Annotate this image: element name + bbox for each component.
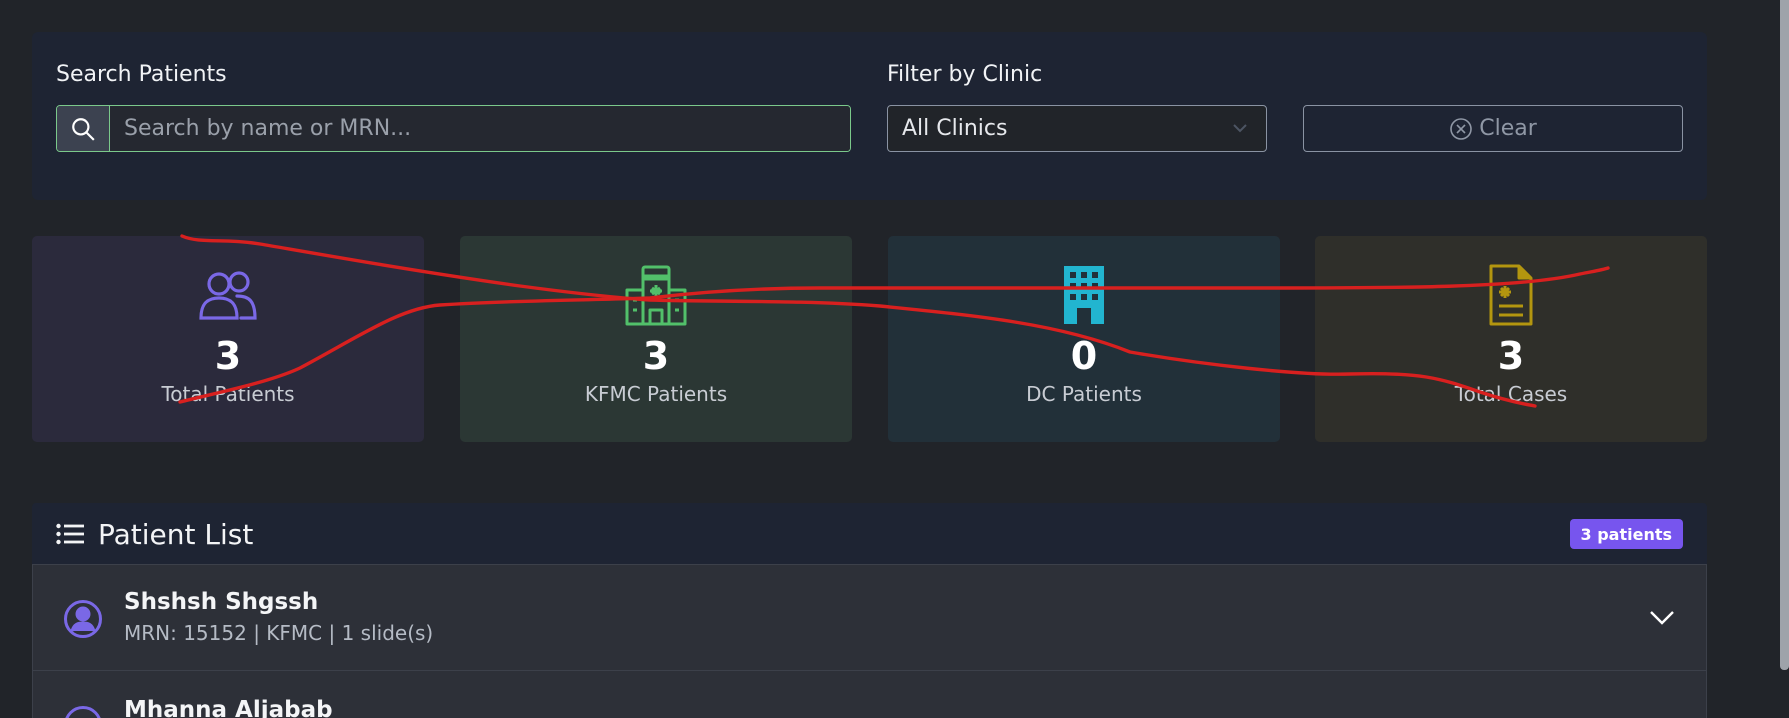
search-label: Search Patients <box>56 62 227 87</box>
stat-value: 0 <box>1070 334 1098 378</box>
close-circle-icon <box>1450 117 1473 140</box>
clear-button[interactable]: Clear <box>1303 105 1683 152</box>
stat-card-kfmc-patients: 3 KFMC Patients <box>460 236 852 442</box>
stat-label: Total Patients <box>161 382 295 406</box>
stat-label: DC Patients <box>1026 382 1142 406</box>
search-button[interactable] <box>57 106 110 151</box>
chevron-down-icon <box>1233 124 1247 133</box>
clinic-select[interactable]: All Clinics <box>887 105 1267 152</box>
patient-row[interactable]: Shshsh Shgssh MRN: 15152 | KFMC | 1 slid… <box>32 564 1707 671</box>
building-icon <box>1060 264 1108 326</box>
search-group <box>56 105 851 152</box>
chevron-down-icon[interactable] <box>1648 605 1676 629</box>
list-icon <box>56 523 84 545</box>
search-input[interactable] <box>110 106 850 151</box>
scrollbar[interactable] <box>1780 0 1789 670</box>
stat-label: Total Cases <box>1454 382 1568 406</box>
user-circle-icon <box>64 600 102 638</box>
hospital-icon <box>625 264 687 326</box>
user-circle-icon <box>65 706 101 718</box>
clear-button-label: Clear <box>1479 116 1537 141</box>
stat-label: KFMC Patients <box>584 382 728 406</box>
filter-panel: Search Patients Filter by Clinic All Cli… <box>32 32 1707 200</box>
patient-list-header: Patient List 3 patients <box>32 503 1707 565</box>
document-medical-icon <box>1487 264 1535 326</box>
patient-name: Mhanna Aljabab <box>124 697 333 718</box>
stat-value: 3 <box>642 334 670 378</box>
patient-row[interactable]: Mhanna Aljabab <box>32 670 1707 718</box>
patient-meta: MRN: 15152 | KFMC | 1 slide(s) <box>124 621 434 645</box>
clinic-select-value: All Clinics <box>902 116 1008 141</box>
patient-count-badge: 3 patients <box>1569 519 1683 549</box>
clinic-filter-label: Filter by Clinic <box>887 62 1043 87</box>
stat-card-total-cases: 3 Total Cases <box>1315 236 1707 442</box>
patient-name: Shshsh Shgssh <box>124 589 319 615</box>
users-icon <box>197 264 259 326</box>
stat-card-dc-patients: 0 DC Patients <box>888 236 1280 442</box>
stat-value: 3 <box>1497 334 1525 378</box>
stat-value: 3 <box>214 334 242 378</box>
patient-list-title: Patient List <box>98 517 254 551</box>
search-icon <box>72 117 95 141</box>
stat-card-total-patients: 3 Total Patients <box>32 236 424 442</box>
